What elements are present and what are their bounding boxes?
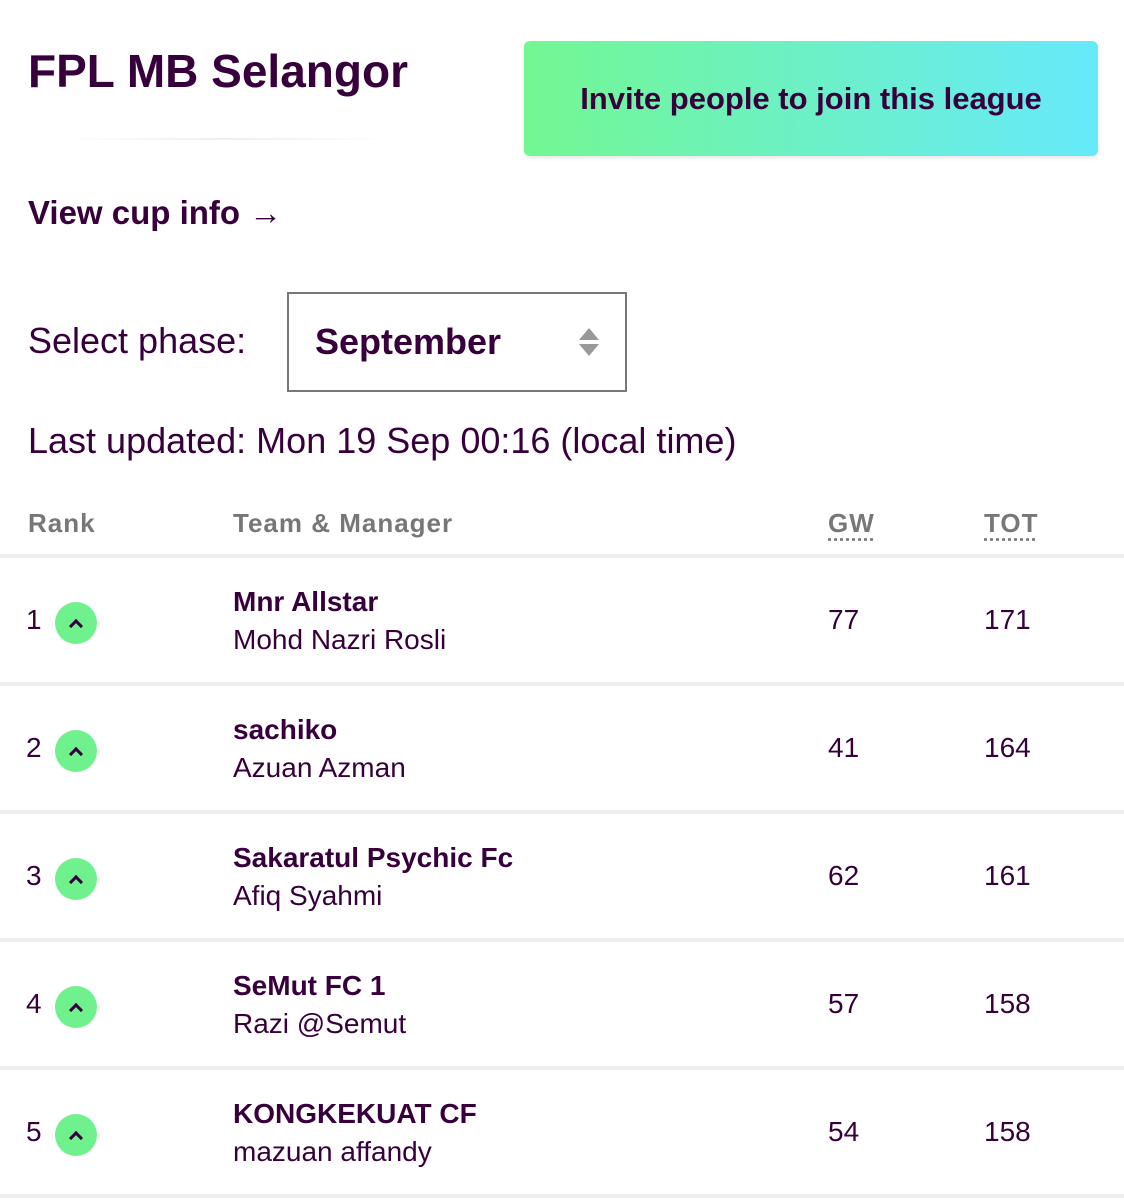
header-gw: GW: [828, 508, 875, 538]
movement-up-icon: [55, 602, 97, 644]
total-points: 158: [984, 1116, 1031, 1147]
movement-up-icon: [55, 858, 97, 900]
total-points: 161: [984, 860, 1031, 891]
table-row[interactable]: 4 SeMut FC 1 Razi @Semut 57 158: [0, 942, 1124, 1070]
gw-points: 77: [828, 604, 860, 635]
team-name-link[interactable]: KONGKEKUAT CF: [233, 1098, 477, 1130]
manager-name: Razi @Semut: [233, 1008, 407, 1039]
table-row[interactable]: 5 KONGKEKUAT CF mazuan affandy 54 158: [0, 1070, 1124, 1198]
total-points: 171: [984, 604, 1031, 635]
last-updated: Last updated: Mon 19 Sep 00:16 (local ti…: [28, 420, 737, 461]
manager-name: Mohd Nazri Rosli: [233, 624, 447, 655]
gw-points: 62: [828, 860, 860, 891]
rank: 3: [26, 860, 42, 891]
view-cup-info-link[interactable]: View cup info →: [28, 194, 282, 232]
movement-up-icon: [55, 986, 97, 1028]
table-header: Rank Team & Manager GW TOT: [0, 500, 1124, 558]
invite-button[interactable]: Invite people to join this league: [524, 41, 1098, 156]
league-title: FPL MB Selangor: [28, 45, 408, 97]
table-row[interactable]: 3 Sakaratul Psychic Fc Afiq Syahmi 62 16…: [0, 814, 1124, 942]
team-name-link[interactable]: Sakaratul Psychic Fc: [233, 842, 513, 874]
table-row[interactable]: 2 sachiko Azuan Azman 41 164: [0, 686, 1124, 814]
gw-points: 57: [828, 988, 860, 1019]
manager-name: mazuan affandy: [233, 1136, 432, 1167]
rank: 5: [26, 1116, 42, 1147]
rank: 4: [26, 988, 42, 1019]
rank: 1: [26, 604, 42, 635]
phase-label: Select phase:: [28, 320, 247, 361]
manager-name: Afiq Syahmi: [233, 880, 383, 911]
table-row[interactable]: 1 Mnr Allstar Mohd Nazri Rosli 77 171: [0, 558, 1124, 686]
total-points: 164: [984, 732, 1031, 763]
team-name-link[interactable]: SeMut FC 1: [233, 970, 385, 1002]
manager-name: Azuan Azman: [233, 752, 406, 783]
total-points: 158: [984, 988, 1031, 1019]
select-arrows-icon: [579, 328, 599, 356]
phase-selected-value: September: [315, 321, 502, 362]
divider: [60, 138, 390, 140]
movement-up-icon: [55, 1114, 97, 1156]
header-tot: TOT: [984, 508, 1039, 538]
rank: 2: [26, 732, 42, 763]
header-team: Team & Manager: [233, 508, 454, 538]
team-name-link[interactable]: sachiko: [233, 714, 337, 746]
gw-points: 54: [828, 1116, 860, 1147]
header-rank: Rank: [28, 508, 96, 538]
phase-select[interactable]: September: [287, 292, 627, 392]
team-name-link[interactable]: Mnr Allstar: [233, 586, 378, 618]
movement-up-icon: [55, 730, 97, 772]
gw-points: 41: [828, 732, 860, 763]
